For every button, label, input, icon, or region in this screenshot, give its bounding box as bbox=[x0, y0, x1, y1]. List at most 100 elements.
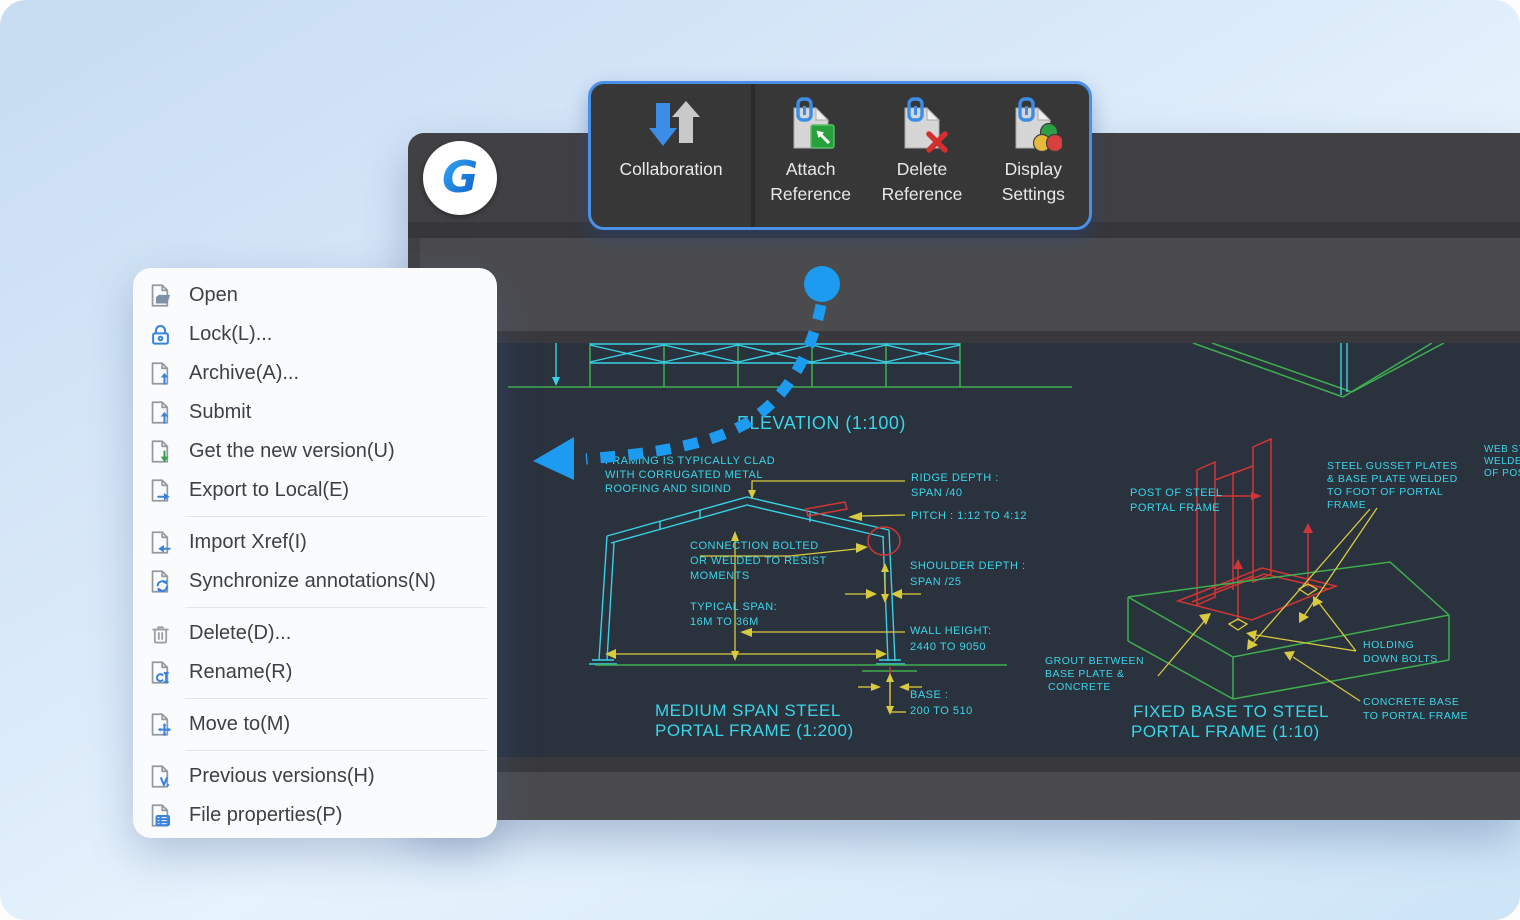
svg-text:WELDED: WELDED bbox=[1484, 456, 1520, 467]
collaboration-button[interactable]: Collaboration bbox=[591, 84, 751, 227]
canvas-top-strip bbox=[420, 331, 1520, 343]
menu-item-label: Export to Local(E) bbox=[189, 479, 349, 502]
svg-text:FRAME: FRAME bbox=[1327, 499, 1366, 511]
window-content: ELEVATION (1:100) FRAMING IS TYPICALLY C… bbox=[420, 238, 1520, 820]
svg-text:GROUT BETWEEN: GROUT BETWEEN bbox=[1045, 655, 1144, 667]
attach-reference-icon bbox=[782, 93, 840, 157]
menu-item-label: Archive(A)... bbox=[189, 362, 299, 385]
delete-reference-button[interactable]: Delete Reference bbox=[866, 84, 977, 227]
submit-icon bbox=[147, 400, 173, 426]
svg-text:ROOFING AND SIDIND: ROOFING AND SIDIND bbox=[605, 483, 731, 495]
menu-item-lock[interactable]: Lock(L)... bbox=[133, 315, 497, 354]
svg-text:HOLDING: HOLDING bbox=[1363, 639, 1414, 651]
collaboration-toolbar-popup: Collaboration Attach Reference bbox=[588, 81, 1092, 230]
ribbon-area bbox=[420, 238, 1520, 331]
menu-item-file-properties[interactable]: File properties(P) bbox=[133, 796, 497, 835]
menu-item-submit[interactable]: Submit bbox=[133, 393, 497, 432]
export-local-icon bbox=[147, 478, 173, 504]
menu-item-synchronize-annotations[interactable]: Synchronize annotations(N) bbox=[133, 562, 497, 601]
svg-text:STEEL GUSSET PLATES: STEEL GUSSET PLATES bbox=[1327, 460, 1458, 472]
cad-drawing: ELEVATION (1:100) FRAMING IS TYPICALLY C… bbox=[420, 343, 1520, 757]
menu-item-label: File properties(P) bbox=[189, 804, 342, 827]
svg-text:OF POS: OF POS bbox=[1484, 468, 1520, 479]
svg-text:CONCRETE: CONCRETE bbox=[1048, 681, 1111, 693]
gstarcad-logo-icon: G bbox=[429, 147, 491, 209]
svg-text:PORTAL FRAME: PORTAL FRAME bbox=[1130, 502, 1220, 514]
svg-text:SPAN /25: SPAN /25 bbox=[910, 576, 962, 588]
menu-item-label: Delete(D)... bbox=[189, 622, 291, 645]
move-to-icon bbox=[147, 712, 173, 738]
sync-annotations-icon bbox=[147, 569, 173, 595]
menu-item-archive[interactable]: Archive(A)... bbox=[133, 354, 497, 393]
logo-letter: G bbox=[442, 152, 478, 203]
page-background: G bbox=[0, 0, 1520, 920]
menu-item-label: Get the new version(U) bbox=[189, 440, 395, 463]
svg-text:16M TO 36M: 16M TO 36M bbox=[690, 616, 759, 628]
menu-divider bbox=[185, 750, 487, 751]
svg-text:WALL HEIGHT:: WALL HEIGHT: bbox=[910, 625, 992, 637]
attach-reference-button[interactable]: Attach Reference bbox=[755, 84, 866, 227]
menu-item-label: Lock(L)... bbox=[189, 323, 272, 346]
svg-text:BASE PLATE &: BASE PLATE & bbox=[1045, 668, 1124, 680]
menu-item-export-to-local[interactable]: Export to Local(E) bbox=[133, 471, 497, 510]
cad-drawing-canvas[interactable]: ELEVATION (1:100) FRAMING IS TYPICALLY C… bbox=[420, 343, 1520, 757]
svg-text:DOWN BOLTS: DOWN BOLTS bbox=[1363, 653, 1438, 665]
svg-text:OR WELDED TO RESIST: OR WELDED TO RESIST bbox=[690, 555, 827, 567]
cad-text-annotations: ELEVATION (1:100) FRAMING IS TYPICALLY C… bbox=[605, 413, 1520, 741]
open-file-icon bbox=[147, 283, 173, 309]
svg-text:CONCRETE BASE: CONCRETE BASE bbox=[1363, 696, 1459, 708]
delete-icon bbox=[147, 621, 173, 647]
menu-divider bbox=[185, 698, 487, 699]
file-properties-icon bbox=[147, 803, 173, 829]
svg-text:2440 TO 9050: 2440 TO 9050 bbox=[910, 641, 986, 653]
svg-text:TO PORTAL FRAME: TO PORTAL FRAME bbox=[1363, 710, 1468, 722]
toolbar-button-label: Collaboration bbox=[619, 157, 722, 182]
svg-text:BASE :: BASE : bbox=[910, 689, 948, 701]
menu-item-open[interactable]: Open bbox=[133, 276, 497, 315]
svg-text:TYPICAL SPAN:: TYPICAL SPAN: bbox=[690, 601, 777, 613]
status-bar bbox=[420, 772, 1520, 820]
svg-text:CONNECTION BOLTED: CONNECTION BOLTED bbox=[690, 540, 819, 552]
toolbar-button-label: Reference bbox=[882, 182, 963, 207]
portal-frame-title: MEDIUM SPAN STEEL bbox=[655, 701, 841, 720]
svg-text:TO FOOT OF PORTAL: TO FOOT OF PORTAL bbox=[1327, 486, 1443, 498]
menu-item-label: Open bbox=[189, 284, 238, 307]
menu-divider bbox=[185, 607, 487, 608]
svg-text:MOMENTS: MOMENTS bbox=[690, 570, 750, 582]
menu-item-import-xref[interactable]: Import Xref(I) bbox=[133, 523, 497, 562]
display-settings-button[interactable]: Display Settings bbox=[978, 84, 1089, 227]
menu-item-label: Rename(R) bbox=[189, 661, 292, 684]
menu-item-label: Move to(M) bbox=[189, 713, 290, 736]
menu-item-delete[interactable]: Delete(D)... bbox=[133, 614, 497, 653]
menu-item-get-new-version[interactable]: Get the new version(U) bbox=[133, 432, 497, 471]
previous-versions-icon bbox=[147, 764, 173, 790]
svg-text:SPAN /40: SPAN /40 bbox=[911, 487, 963, 499]
collaboration-arrows-icon bbox=[642, 93, 700, 157]
canvas-bottom-strip bbox=[420, 757, 1520, 772]
svg-text:PITCH : 1:12 TO 4:12: PITCH : 1:12 TO 4:12 bbox=[911, 510, 1027, 522]
get-new-version-icon bbox=[147, 439, 173, 465]
svg-text:PORTAL FRAME (1:10): PORTAL FRAME (1:10) bbox=[1131, 722, 1320, 741]
menu-item-label: Import Xref(I) bbox=[189, 531, 307, 554]
toolbar-button-label: Reference bbox=[770, 182, 851, 207]
toolbar-button-label: Attach bbox=[786, 157, 836, 182]
app-logo[interactable]: G bbox=[423, 141, 497, 215]
svg-text:RIDGE DEPTH :: RIDGE DEPTH : bbox=[911, 472, 999, 484]
svg-text:PORTAL FRAME (1:200): PORTAL FRAME (1:200) bbox=[655, 721, 854, 740]
menu-item-move-to[interactable]: Move to(M) bbox=[133, 705, 497, 744]
toolbar-button-label: Settings bbox=[1002, 182, 1065, 207]
delete-reference-icon bbox=[893, 93, 951, 157]
menu-item-label: Previous versions(H) bbox=[189, 765, 375, 788]
svg-text:POST OF STEEL: POST OF STEEL bbox=[1130, 487, 1223, 499]
menu-item-rename[interactable]: Rename(R) bbox=[133, 653, 497, 692]
file-context-menu: Open Lock(L)... Archive(A bbox=[133, 268, 497, 838]
menu-item-previous-versions[interactable]: Previous versions(H) bbox=[133, 757, 497, 796]
toolbar-button-label: Delete bbox=[897, 157, 948, 182]
svg-text:& BASE PLATE WELDED: & BASE PLATE WELDED bbox=[1327, 473, 1458, 485]
svg-text:WITH CORRUGATED METAL: WITH CORRUGATED METAL bbox=[605, 469, 763, 481]
fixed-base-title: FIXED BASE TO STEEL bbox=[1133, 702, 1329, 721]
menu-item-label: Submit bbox=[189, 401, 251, 424]
svg-text:SHOULDER DEPTH :: SHOULDER DEPTH : bbox=[910, 560, 1026, 572]
svg-text:200 TO 510: 200 TO 510 bbox=[910, 705, 973, 717]
dimension-annotations bbox=[605, 481, 922, 715]
